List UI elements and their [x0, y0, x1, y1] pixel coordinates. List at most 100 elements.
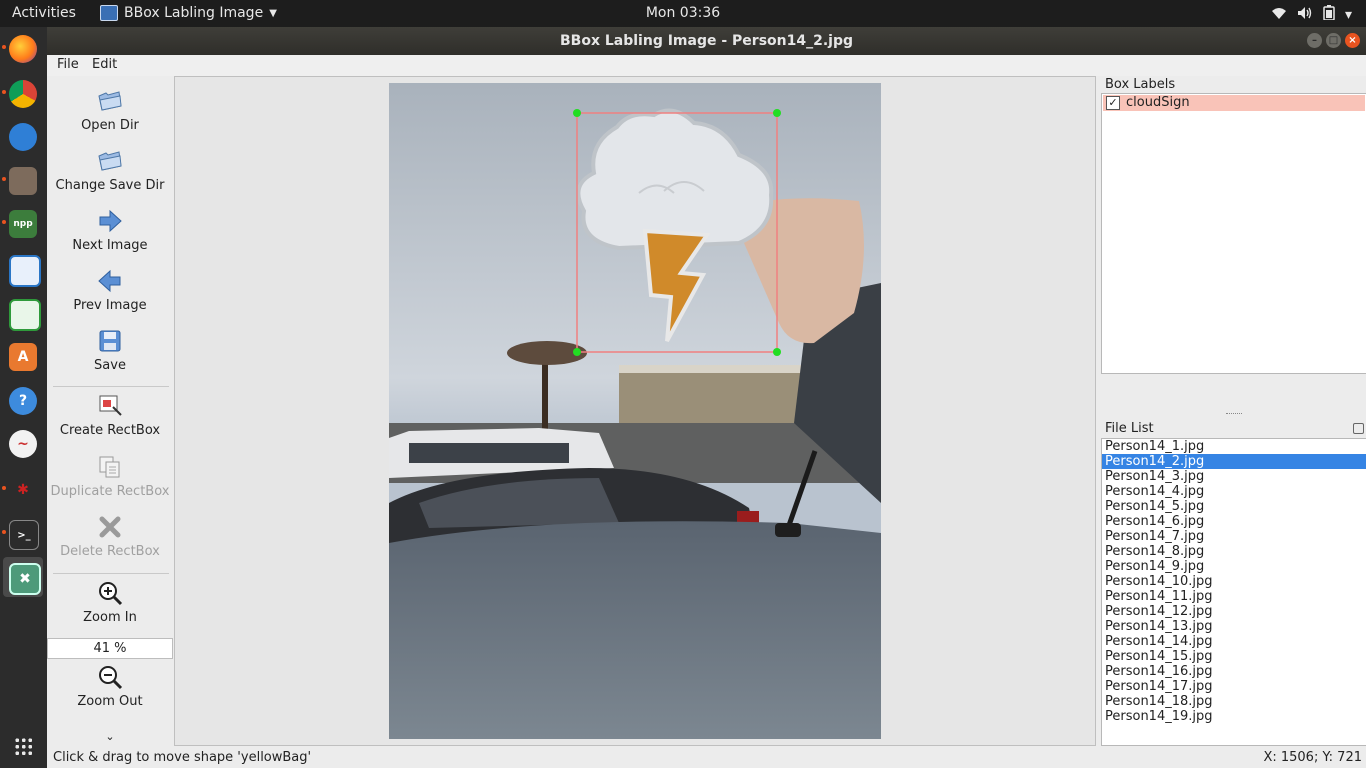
- prev-image-button[interactable]: Prev Image: [47, 268, 173, 313]
- chrome-icon[interactable]: [9, 80, 37, 108]
- file-list-item[interactable]: Person14_15.jpg: [1102, 649, 1366, 664]
- clock[interactable]: Mon 03:36: [646, 5, 720, 21]
- file-list-item[interactable]: Person14_17.jpg: [1102, 679, 1366, 694]
- system-top-bar: Activities BBox Labling Image ▼ Mon 03:3…: [0, 0, 1366, 27]
- label-checkbox[interactable]: ✓: [1106, 96, 1120, 110]
- file-list-item[interactable]: Person14_14.jpg: [1102, 634, 1366, 649]
- clipboard-icon[interactable]: ~: [9, 430, 37, 458]
- caret-down-icon: ▼: [269, 7, 277, 19]
- toolbar: Open Dir Change Save Dir Next Image Prev…: [47, 76, 173, 746]
- calc-icon[interactable]: [9, 299, 41, 331]
- file-list-item[interactable]: Person14_16.jpg: [1102, 664, 1366, 679]
- firefox-icon[interactable]: [9, 35, 37, 63]
- spiderweb-icon[interactable]: ✱: [9, 476, 37, 504]
- file-list-item[interactable]: Person14_3.jpg: [1102, 469, 1366, 484]
- create-box-icon: [99, 395, 122, 416]
- annotation-overlay[interactable]: [389, 83, 881, 739]
- show-applications-icon[interactable]: [14, 737, 33, 756]
- file-list-item[interactable]: Person14_2.jpg: [1102, 454, 1366, 469]
- menu-edit[interactable]: Edit: [92, 57, 117, 72]
- photo: [389, 83, 881, 739]
- activities-button[interactable]: Activities: [12, 5, 76, 21]
- zoom-in-button[interactable]: Zoom In: [47, 580, 173, 625]
- file-list-item[interactable]: Person14_7.jpg: [1102, 529, 1366, 544]
- thunderbird-icon[interactable]: [9, 123, 37, 151]
- notepadqq-icon[interactable]: npp: [9, 210, 37, 238]
- battery-icon: [1323, 5, 1335, 24]
- window-title-bar[interactable]: BBox Labling Image - Person14_2.jpg – □ …: [47, 27, 1366, 55]
- running-indicator: [2, 90, 6, 94]
- change-save-dir-button[interactable]: Change Save Dir: [47, 148, 173, 193]
- file-list-item[interactable]: Person14_11.jpg: [1102, 589, 1366, 604]
- zoom-level-field[interactable]: 41 %: [47, 638, 173, 659]
- close-button[interactable]: ×: [1345, 33, 1360, 48]
- file-list-item[interactable]: Person14_5.jpg: [1102, 499, 1366, 514]
- box-labels-list[interactable]: ✓ cloudSign: [1101, 93, 1366, 374]
- panel-splitter[interactable]: [1226, 413, 1242, 414]
- software-center-icon[interactable]: A: [9, 343, 37, 371]
- arrow-right-icon: [99, 209, 122, 233]
- duplicate-rectbox-label: Duplicate RectBox: [50, 484, 170, 499]
- system-tray[interactable]: ▾: [1271, 5, 1352, 24]
- file-list-title: File List: [1105, 421, 1154, 436]
- file-list-item[interactable]: Person14_12.jpg: [1102, 604, 1366, 619]
- window-title: BBox Labling Image - Person14_2.jpg: [560, 33, 853, 49]
- label-item-cloudsign[interactable]: ✓ cloudSign: [1103, 95, 1365, 111]
- bbox-handle-top-right[interactable]: [773, 109, 781, 117]
- menu-file[interactable]: File: [57, 57, 79, 72]
- zoom-in-label: Zoom In: [83, 610, 137, 625]
- file-list-item[interactable]: Person14_4.jpg: [1102, 484, 1366, 499]
- app-icon: [100, 5, 118, 21]
- bbox-handle-bottom-right[interactable]: [773, 348, 781, 356]
- prev-image-label: Prev Image: [73, 298, 147, 313]
- file-list-item[interactable]: Person14_13.jpg: [1102, 619, 1366, 634]
- bbox-handle-bottom-left[interactable]: [573, 348, 581, 356]
- running-indicator: [2, 486, 6, 490]
- folder-icon: [98, 91, 122, 111]
- delete-icon: [99, 516, 121, 538]
- file-list-item[interactable]: Person14_8.jpg: [1102, 544, 1366, 559]
- file-list-item[interactable]: Person14_6.jpg: [1102, 514, 1366, 529]
- bbox-labeler-icon[interactable]: ✖: [9, 563, 41, 595]
- help-icon[interactable]: ?: [9, 387, 37, 415]
- file-list-item[interactable]: Person14_10.jpg: [1102, 574, 1366, 589]
- files-icon[interactable]: [9, 167, 37, 195]
- duplicate-icon: [99, 456, 120, 478]
- zoom-in-icon: [99, 582, 123, 606]
- dock: npp A ? ~ ✱ >_ ✖: [0, 27, 47, 768]
- save-button[interactable]: Save: [47, 328, 173, 373]
- minimize-button[interactable]: –: [1307, 33, 1322, 48]
- status-bar: Click & drag to move shape 'yellowBag' X…: [47, 746, 1366, 768]
- wifi-icon: [1271, 6, 1287, 24]
- running-indicator: [2, 45, 6, 49]
- menu-bar: File Edit: [47, 55, 1366, 76]
- maximize-button[interactable]: □: [1326, 33, 1341, 48]
- save-label: Save: [94, 358, 126, 373]
- file-list-item[interactable]: Person14_19.jpg: [1102, 709, 1366, 724]
- app-menu[interactable]: BBox Labling Image ▼: [100, 5, 277, 21]
- image-canvas[interactable]: [174, 76, 1096, 746]
- folder-icon: [98, 151, 122, 171]
- bbox-cloudsign[interactable]: [576, 112, 778, 353]
- open-dir-button[interactable]: Open Dir: [47, 88, 173, 133]
- file-list-item[interactable]: Person14_18.jpg: [1102, 694, 1366, 709]
- toolbar-more-button[interactable]: ⌄: [47, 731, 173, 742]
- create-rectbox-button[interactable]: Create RectBox: [47, 393, 173, 438]
- running-indicator: [2, 220, 6, 224]
- system-menu-icon: ▾: [1344, 6, 1352, 23]
- delete-rectbox-button[interactable]: Delete RectBox: [47, 514, 173, 559]
- zoom-out-button[interactable]: Zoom Out: [47, 664, 173, 709]
- bbox-handle-top-left[interactable]: [573, 109, 581, 117]
- running-indicator: [2, 177, 6, 181]
- duplicate-rectbox-button[interactable]: Duplicate RectBox: [47, 454, 173, 499]
- writer-icon[interactable]: [9, 255, 41, 287]
- zoom-out-label: Zoom Out: [77, 694, 143, 709]
- float-panel-icon[interactable]: [1353, 423, 1364, 434]
- file-list[interactable]: Person14_1.jpg Person14_2.jpg Person14_3.j…: [1101, 438, 1366, 746]
- next-image-button[interactable]: Next Image: [47, 208, 173, 253]
- toolbar-separator: [53, 573, 169, 574]
- terminal-icon[interactable]: >_: [9, 520, 39, 550]
- file-list-item[interactable]: Person14_1.jpg: [1102, 439, 1366, 454]
- arrow-left-icon: [98, 269, 121, 293]
- file-list-item[interactable]: Person14_9.jpg: [1102, 559, 1366, 574]
